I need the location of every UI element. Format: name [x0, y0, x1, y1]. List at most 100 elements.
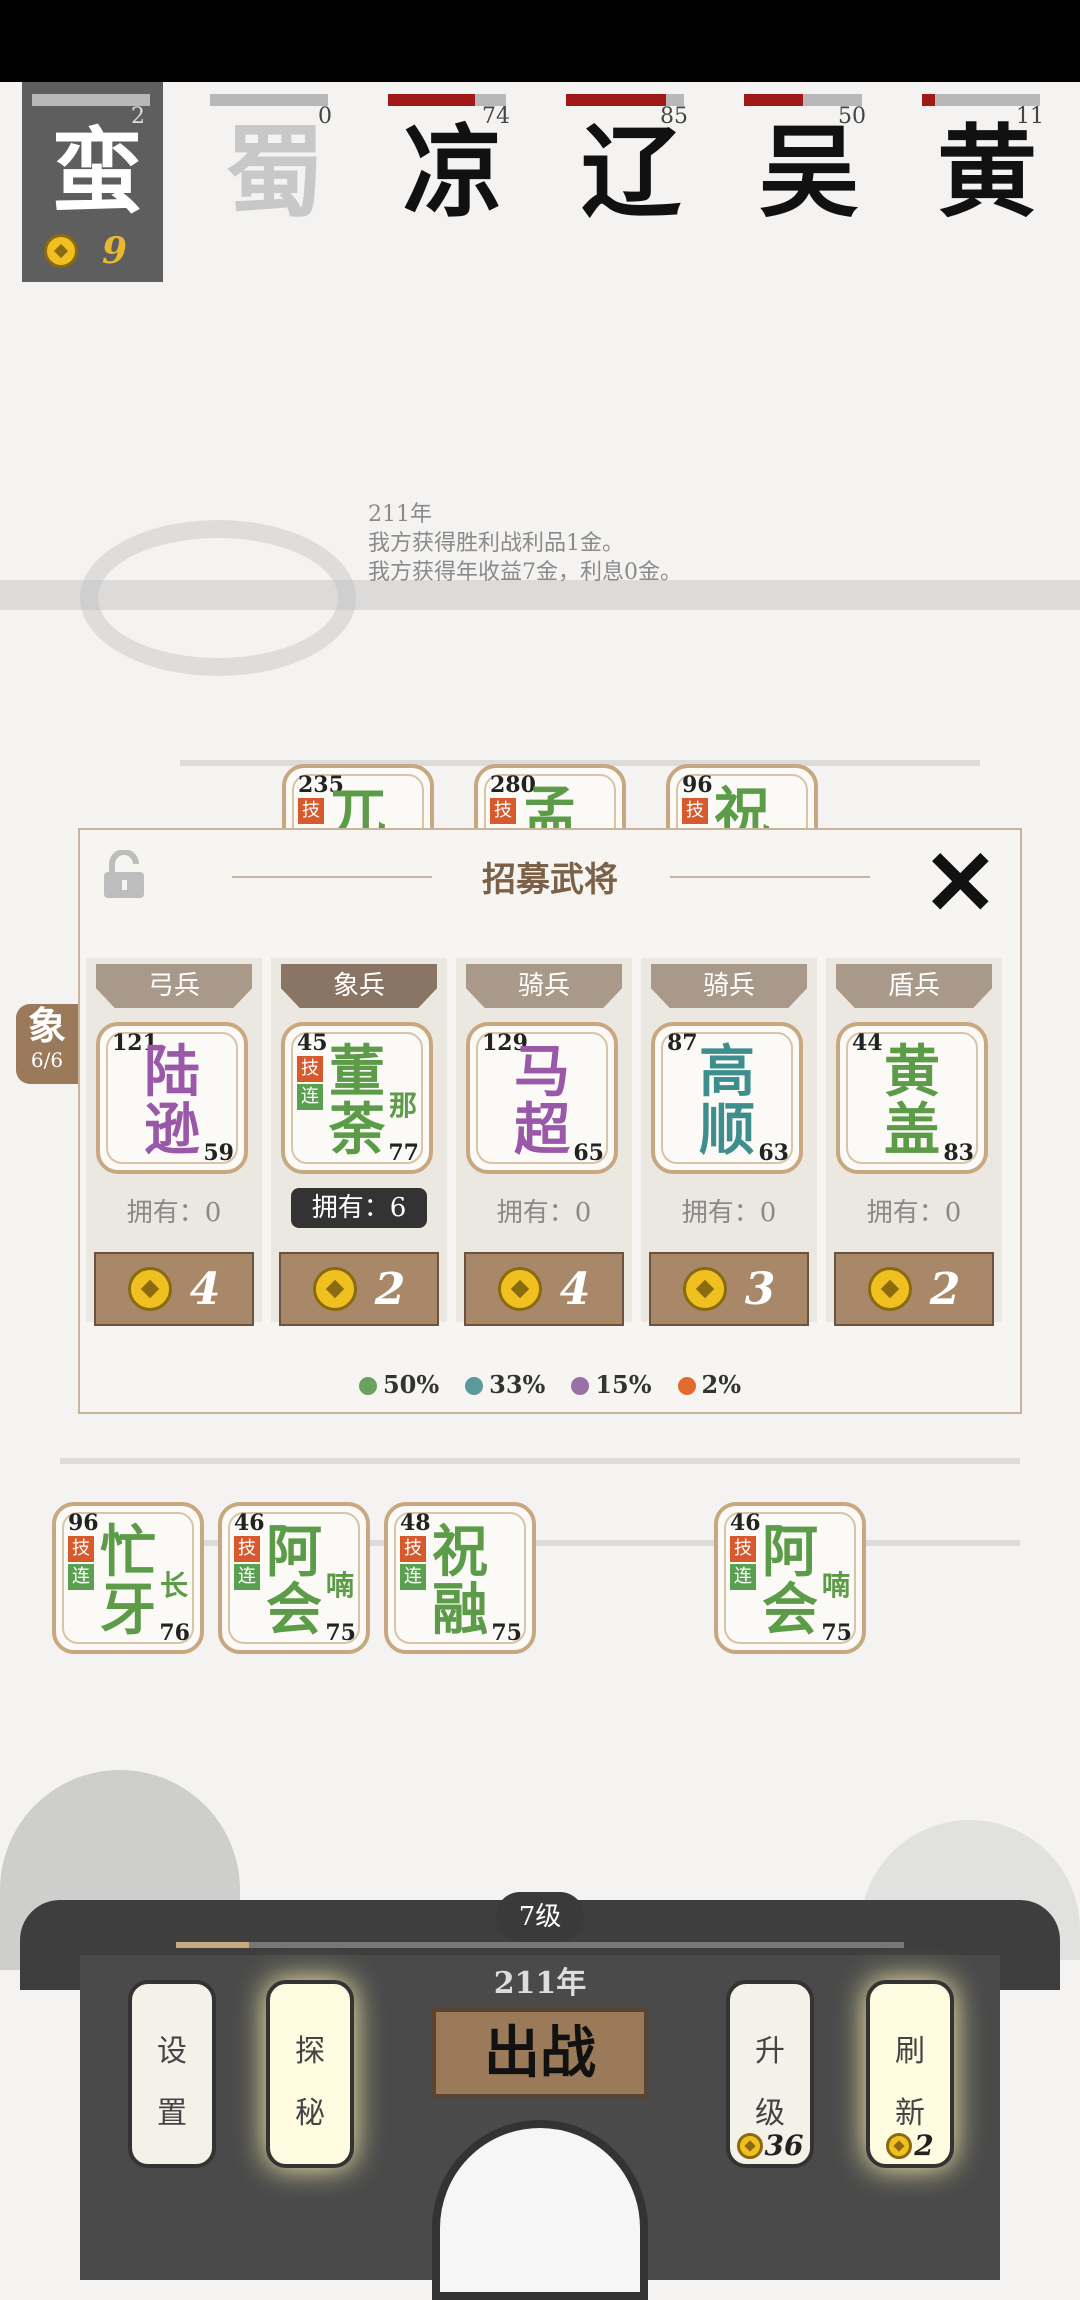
general-name-suffix: 长: [159, 1569, 188, 1602]
odds-dot: [677, 1377, 696, 1395]
player-level: 7级: [496, 1892, 584, 1942]
bench-general-card[interactable]: 48 技 连 祝 融 75: [384, 1502, 536, 1654]
settings-button[interactable]: 设 置: [128, 1980, 216, 2168]
odds-item: 50%: [358, 1370, 440, 1399]
owned-count: 拥有：0: [681, 1198, 777, 1228]
log-line: 我方获得胜利战利品1金。: [368, 531, 624, 556]
refresh-label-2: 新: [895, 2096, 925, 2131]
owned-count: 拥有：0: [866, 1198, 962, 1228]
fight-button[interactable]: 出战: [432, 2008, 648, 2098]
troop-type-count: 6/6: [30, 1048, 64, 1072]
faction-name: 吴: [759, 113, 859, 231]
faction-gold: 9: [44, 230, 127, 272]
faction-name: 黄: [937, 113, 1037, 231]
odds-dot: [465, 1377, 484, 1395]
general-power: 59: [203, 1140, 234, 1166]
price: 2: [929, 1263, 961, 1315]
log-line: 211年: [368, 502, 432, 527]
faction-tab-huang[interactable]: 11 黄: [912, 82, 1062, 282]
upgrade-button[interactable]: 升 级 36: [726, 1980, 814, 2168]
recruit-general-card[interactable]: 45 技 连 董 荼 那 77: [281, 1022, 433, 1174]
general-power: 63: [758, 1140, 789, 1166]
odds-value: 33%: [489, 1370, 546, 1399]
recruit-dialog: 招募武将 ✕ 弓兵 121 陆 逊 59 拥有：0 4 象兵 45 技 连 董 …: [78, 828, 1022, 1414]
faction-name: 蛮: [50, 118, 143, 226]
bench-general-card[interactable]: 46 技 连 阿 会 喃 75: [714, 1502, 866, 1654]
buy-button[interactable]: 2: [834, 1252, 994, 1326]
recruit-general-card[interactable]: 121 陆 逊 59: [96, 1022, 248, 1174]
recruit-general-card[interactable]: 129 马 超 65: [466, 1022, 618, 1174]
faction-tab-shu[interactable]: 0 蜀: [200, 82, 350, 282]
coin-icon: [497, 1267, 542, 1311]
recruit-general-card[interactable]: 87 高 顺 63: [651, 1022, 803, 1174]
general-power: 75: [491, 1620, 522, 1646]
odds-value: 2%: [701, 1370, 742, 1399]
rarity-odds: 50% 33% 15% 2%: [80, 1370, 1020, 1399]
owned-count: 拥有：6: [291, 1188, 427, 1228]
general-name-suffix: 那: [388, 1089, 417, 1122]
odds-value: 50%: [382, 1370, 440, 1399]
faction-tab-liao[interactable]: 85 辽: [556, 82, 706, 282]
troop-type: 骑兵: [651, 964, 807, 1008]
odds-dot: [571, 1377, 590, 1395]
close-icon[interactable]: ✕: [923, 838, 998, 928]
bench-general-card[interactable]: 96 技 连 忙 牙 长 76: [52, 1502, 204, 1654]
upgrade-cost: 36: [730, 2129, 810, 2162]
xp-bar: [176, 1942, 904, 1948]
recruit-slot: 象兵 45 技 连 董 荼 那 77 拥有：6 2: [271, 958, 447, 1326]
odds-item: 15%: [571, 1370, 652, 1399]
general-power: 83: [943, 1140, 974, 1166]
ink-decoration: [60, 1540, 1020, 1546]
troop-type: 盾兵: [836, 964, 992, 1008]
buy-button[interactable]: 2: [279, 1252, 439, 1326]
troop-type: 象兵: [281, 964, 437, 1008]
troop-type: 弓兵: [96, 964, 252, 1008]
log-line: 我方获得年收益7金，利息0金。: [368, 560, 682, 585]
faction-name: 凉: [403, 113, 503, 231]
faction-tab-liang[interactable]: 74 凉: [378, 82, 528, 282]
faction-tab-wu[interactable]: 50 吴: [734, 82, 884, 282]
coin-icon: [886, 2132, 913, 2159]
faction-tab-man[interactable]: 2 蛮 9: [22, 82, 163, 282]
coin-icon: [127, 1267, 172, 1311]
price: 4: [189, 1263, 221, 1315]
faction-hp-bar: [210, 94, 328, 106]
explore-label-2: 秘: [295, 2096, 325, 2131]
buy-button[interactable]: 4: [94, 1252, 254, 1326]
buy-button[interactable]: 4: [464, 1252, 624, 1326]
coin-icon: [682, 1267, 727, 1311]
upgrade-label-2: 级: [755, 2096, 785, 2131]
troop-type-badge[interactable]: 象 6/6: [16, 1004, 78, 1084]
xp-fill: [176, 1942, 249, 1948]
explore-button[interactable]: 探 秘: [266, 1980, 354, 2168]
general-name-suffix: 喃: [821, 1569, 850, 1602]
recruit-general-card[interactable]: 44 黄 盖 83: [836, 1022, 988, 1174]
settings-label-1: 设: [157, 2034, 187, 2069]
coin-icon: [312, 1267, 357, 1311]
coin-icon: [867, 1267, 912, 1311]
upgrade-label-1: 升: [755, 2034, 785, 2069]
bench-general-card[interactable]: 46 技 连 阿 会 喃 75: [218, 1502, 370, 1654]
refresh-cost-value: 2: [914, 2129, 934, 2162]
settings-label-2: 置: [157, 2096, 187, 2131]
status-bar: [0, 0, 1080, 82]
faction-name: 蜀: [225, 113, 325, 231]
general-power: 75: [325, 1620, 356, 1646]
general-power: 65: [573, 1140, 604, 1166]
owned-count: 拥有：0: [126, 1198, 222, 1228]
odds-value: 15%: [595, 1370, 652, 1399]
price: 2: [374, 1263, 406, 1315]
battle-log: 211年 我方获得胜利战利品1金。 我方获得年收益7金，利息0金。: [368, 500, 682, 587]
gold-value: 9: [102, 230, 128, 272]
general-power: 76: [159, 1620, 190, 1646]
faction-name: 辽: [581, 113, 681, 231]
odds-item: 33%: [465, 1370, 545, 1399]
refresh-button[interactable]: 刷 新 2: [866, 1980, 954, 2168]
troop-type: 骑兵: [466, 964, 622, 1008]
ink-decoration: [60, 1458, 1020, 1464]
refresh-cost: 2: [870, 2129, 950, 2162]
refresh-label-1: 刷: [895, 2034, 925, 2069]
odds-item: 2%: [677, 1370, 742, 1399]
buy-button[interactable]: 3: [649, 1252, 809, 1326]
upgrade-cost-value: 36: [764, 2129, 804, 2162]
